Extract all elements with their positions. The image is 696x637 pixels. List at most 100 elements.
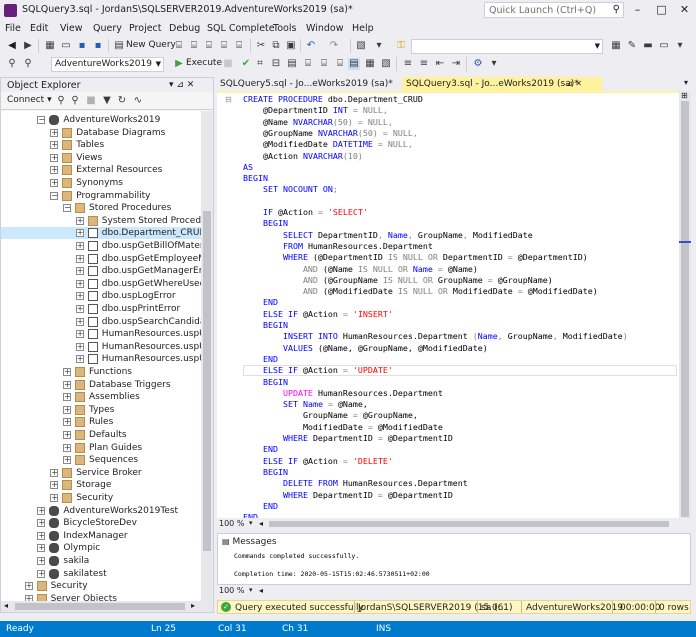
split-icon[interactable]: ⊞ xyxy=(681,91,688,100)
tree-item[interactable]: + HumanResources.uspUpd xyxy=(1,353,201,365)
menu-view[interactable]: View xyxy=(60,23,83,34)
code-line[interactable]: IF @Action = 'SELECT' xyxy=(243,207,368,218)
collapse-icon[interactable]: − xyxy=(50,191,59,200)
new-project-icon[interactable]: ▦ xyxy=(44,40,56,52)
client-stats-icon[interactable]: ⌸ xyxy=(334,58,346,70)
tree-item[interactable]: + Security xyxy=(1,492,201,504)
filter-icon[interactable]: ▼ xyxy=(101,95,113,107)
tree-item[interactable]: + dbo.Department_CRUD xyxy=(1,227,201,240)
undo-icon[interactable]: ↶ xyxy=(305,40,317,52)
menu-sql-complete[interactable]: SQL Complete xyxy=(207,23,275,34)
redo-icon[interactable]: ↷ xyxy=(328,40,340,52)
tree-item[interactable]: − AdventureWorks2019 xyxy=(1,114,201,126)
toolbar-options-icon[interactable]: ▾ xyxy=(373,40,385,52)
code-line[interactable]: BEGIN xyxy=(243,377,288,388)
mdx-query-icon[interactable]: ⌸ xyxy=(173,40,185,52)
tree-item[interactable]: + HumanResources.uspUpd xyxy=(1,341,201,353)
tree-item[interactable]: + dbo.uspGetWhereUsedPro xyxy=(1,278,201,290)
tree-item[interactable]: + Defaults xyxy=(1,429,201,441)
menu-edit[interactable]: Edit xyxy=(30,23,48,34)
tree-item[interactable]: + Server Objects xyxy=(1,593,201,601)
expand-icon[interactable]: + xyxy=(50,128,59,137)
specify-values-icon[interactable]: ⚙ xyxy=(472,58,484,70)
tree-item[interactable]: + Database Diagrams xyxy=(1,127,201,139)
tree-item[interactable]: + AdventureWorks2019Test xyxy=(1,505,201,517)
object-explorer-icon[interactable]: ▧ xyxy=(355,40,367,52)
code-line[interactable]: @DepartmentID INT = NULL, xyxy=(243,105,388,116)
expand-icon[interactable]: + xyxy=(50,494,59,502)
tree-item[interactable]: + Database Triggers xyxy=(1,379,201,391)
tree-item[interactable]: + IndexManager xyxy=(1,530,201,542)
collapse-icon[interactable]: − xyxy=(37,116,46,124)
menu-project[interactable]: Project xyxy=(129,23,162,34)
results-file-icon[interactable]: ▧ xyxy=(380,58,392,70)
code-line[interactable]: GroupName = @GroupName, xyxy=(243,410,418,421)
tree-item[interactable]: + Sequences xyxy=(1,454,201,466)
analysis-icon[interactable]: ⌸ xyxy=(233,40,245,52)
change-connection-icon[interactable]: ⚲ xyxy=(22,58,34,70)
tree-item[interactable]: − Stored Procedures xyxy=(1,202,201,214)
tree-item[interactable]: + Security xyxy=(1,580,201,592)
new-query-button[interactable]: New Query xyxy=(126,40,176,50)
uncomment-icon[interactable]: ≡ xyxy=(418,58,430,70)
minimize-button[interactable]: – xyxy=(626,0,649,20)
code-line[interactable]: END xyxy=(243,444,278,455)
editor-hscroll-thumb[interactable] xyxy=(269,521,669,527)
overflow-icon[interactable]: ▾ xyxy=(674,40,686,52)
expand-icon[interactable]: + xyxy=(50,141,59,150)
expand-icon[interactable]: + xyxy=(63,456,71,465)
parse-icon[interactable]: ✔ xyxy=(240,58,252,70)
wrench-icon[interactable]: ✎ xyxy=(626,40,638,52)
expand-icon[interactable]: + xyxy=(50,153,59,162)
menu-tools[interactable]: Tools xyxy=(273,23,296,34)
outdent-icon[interactable]: ⇤ xyxy=(434,58,446,70)
expand-icon[interactable]: + xyxy=(37,544,46,553)
paste-icon[interactable]: ▣ xyxy=(285,40,297,52)
results-zoom-select[interactable]: 100 % xyxy=(219,586,244,595)
tree-item[interactable]: + dbo.uspPrintError xyxy=(1,303,201,315)
expand-icon[interactable]: + xyxy=(50,179,59,187)
expand-icon[interactable]: + xyxy=(75,242,84,250)
estimated-plan-icon[interactable]: ⌗ xyxy=(254,58,266,70)
tree-item[interactable]: + Assemblies xyxy=(1,391,201,403)
tree-item[interactable]: + Olympic xyxy=(1,542,201,554)
tree-item[interactable]: + Views xyxy=(1,152,201,164)
close-button[interactable]: ✕ xyxy=(673,0,696,20)
execute-button[interactable]: Execute xyxy=(186,58,222,68)
tree-item[interactable]: + BicycleStoreDev xyxy=(1,517,201,529)
expand-icon[interactable]: + xyxy=(63,418,71,427)
expand-icon[interactable]: + xyxy=(63,393,71,402)
scroll-left-icon[interactable]: ◂ xyxy=(259,519,263,528)
execute-icon[interactable]: ▶ xyxy=(173,58,185,70)
expand-icon[interactable]: + xyxy=(63,431,71,439)
menu-help[interactable]: Help xyxy=(352,23,374,34)
expand-icon[interactable]: + xyxy=(75,216,84,225)
tree-item[interactable]: + Functions xyxy=(1,366,201,378)
expand-icon[interactable]: + xyxy=(37,519,46,528)
code-line[interactable]: ELSE IF @Action = 'INSERT' xyxy=(243,309,393,320)
stop-icon[interactable]: ■ xyxy=(222,58,234,70)
expand-icon[interactable]: + xyxy=(50,468,59,477)
code-line[interactable]: ModifiedDate = @ModifiedDate xyxy=(243,422,443,433)
code-line[interactable]: @Name NVARCHAR(50) = NULL, xyxy=(243,117,393,128)
activity-monitor-icon[interactable]: ∿ xyxy=(132,95,144,107)
maximize-button[interactable]: □ xyxy=(650,0,673,20)
code-line[interactable]: AND (@ModifiedDate IS NULL OR ModifiedDa… xyxy=(243,286,598,297)
code-line[interactable]: AND (@GroupName IS NULL OR GroupName = @… xyxy=(243,275,553,286)
panel-pin-icon[interactable]: ▾ ⊿ ✕ xyxy=(169,80,194,90)
expand-icon[interactable]: + xyxy=(37,557,46,565)
tree-item[interactable]: + Tables xyxy=(1,139,201,151)
solution-explorer-icon[interactable]: ▦ xyxy=(610,40,622,52)
expand-icon[interactable]: + xyxy=(75,229,84,238)
code-line[interactable]: SET Name = @Name, xyxy=(243,399,368,410)
code-line[interactable]: VALUES (@Name, @GroupName, @ModifiedDate… xyxy=(243,343,488,354)
expand-icon[interactable]: + xyxy=(63,380,71,389)
tree-item[interactable]: + Rules xyxy=(1,416,201,428)
code-line[interactable]: AND (@Name IS NULL OR Name = @Name) xyxy=(243,264,478,275)
code-line[interactable]: WHERE DepartmentID = @DepartmentID xyxy=(243,433,453,444)
expand-icon[interactable]: + xyxy=(50,481,59,490)
overflow-icon[interactable]: ▾ xyxy=(488,58,500,70)
chevron-down-icon[interactable]: ▾ xyxy=(249,519,253,527)
code-line[interactable]: BEGIN xyxy=(243,320,288,331)
collapse-icon[interactable]: ⊟ xyxy=(225,95,232,104)
